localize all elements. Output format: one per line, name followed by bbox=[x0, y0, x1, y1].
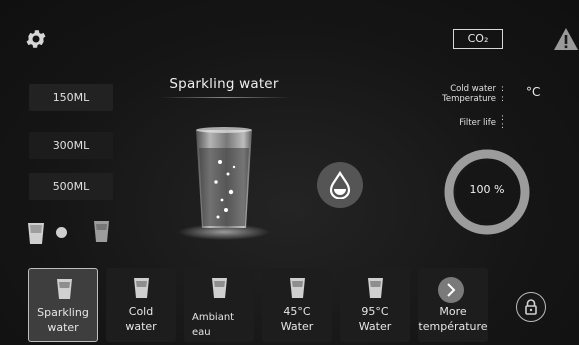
gear-icon[interactable] bbox=[24, 27, 48, 51]
cup-icon bbox=[57, 279, 72, 299]
large-cup-icon[interactable] bbox=[93, 219, 110, 244]
more-button[interactable] bbox=[438, 277, 464, 303]
tab-more-temperature[interactable]: More température bbox=[418, 268, 488, 342]
volume-150ml-button[interactable]: 150ML bbox=[29, 84, 113, 111]
lock-button[interactable] bbox=[516, 292, 546, 322]
cold-water-colon: :: bbox=[501, 84, 505, 104]
water-drop-icon bbox=[329, 171, 351, 199]
cup-icon bbox=[212, 278, 227, 298]
tab-label: Ambiant eau bbox=[192, 312, 235, 338]
tab-label: 95°C Water bbox=[358, 305, 392, 333]
sparkling-glass-image bbox=[178, 127, 270, 240]
cold-water-temperature-label: Cold water Temperature bbox=[442, 84, 496, 104]
tab-45c-water[interactable]: 45°C Water bbox=[262, 268, 332, 342]
temperature-unit: °C bbox=[526, 85, 541, 99]
co2-button[interactable]: CO₂ bbox=[453, 29, 503, 49]
cup-icon bbox=[290, 278, 305, 298]
tab-sparkling-water[interactable]: Sparkling water bbox=[28, 268, 98, 342]
tab-cold-water[interactable]: Cold water bbox=[106, 268, 176, 342]
tab-ambient-water[interactable]: Ambiant eau bbox=[184, 268, 254, 342]
tab-label: 45°C Water bbox=[280, 305, 314, 333]
dispenser-screen: CO₂ 150ML 300ML 500ML Sparkling water Co… bbox=[0, 0, 579, 345]
chevron-right-icon bbox=[447, 283, 456, 297]
volume-300ml-button[interactable]: 300ML bbox=[29, 132, 113, 159]
filter-life-label: Filter life bbox=[459, 118, 496, 128]
volume-500ml-button[interactable]: 500ML bbox=[29, 173, 113, 200]
filter-life-value: 100 % bbox=[469, 183, 505, 196]
page-title: Sparkling water bbox=[169, 76, 279, 92]
warning-icon[interactable] bbox=[553, 27, 579, 51]
cup-icon bbox=[368, 278, 383, 298]
tab-95c-water[interactable]: 95°C Water bbox=[340, 268, 410, 342]
tab-label: Sparkling water bbox=[37, 306, 89, 334]
tab-label: More température bbox=[418, 305, 488, 333]
filter-life-colon: :: bbox=[501, 113, 505, 131]
small-cup-icon[interactable] bbox=[27, 221, 45, 246]
dispense-button[interactable] bbox=[317, 162, 363, 208]
cup-toggle-dot[interactable] bbox=[56, 227, 67, 238]
cup-icon bbox=[134, 278, 149, 298]
tab-label: Cold water bbox=[125, 305, 157, 333]
lock-icon bbox=[525, 299, 537, 315]
title-underline bbox=[160, 97, 290, 98]
